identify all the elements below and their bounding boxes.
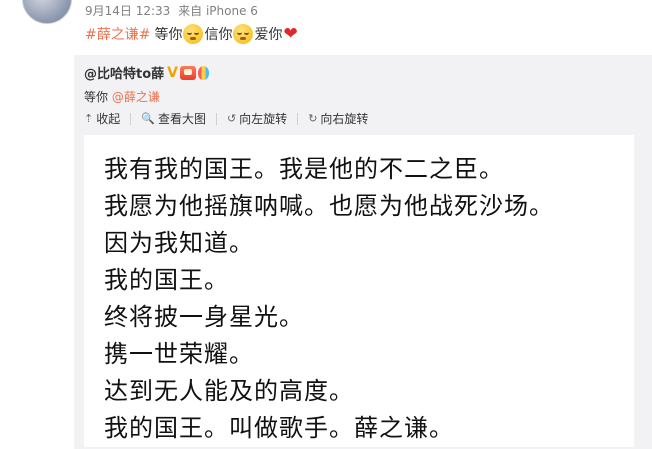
post-header: 9月14日 12:33 来自 iPhone 6 #薛之谦# 等你 信你 爱你 ❤ bbox=[0, 0, 652, 55]
repost-card: @比哈特to薛 V 等你 @薛之谦 ⇡ 收起 🔍 查看大图 ↺ 向左旋转 ↻ 向… bbox=[74, 55, 652, 449]
view-large-button[interactable]: 🔍 查看大图 bbox=[141, 110, 206, 127]
image-text-line: 我有我的国王。我是他的不二之臣。 bbox=[104, 155, 504, 183]
rotate-right-label: 向右旋转 bbox=[320, 112, 369, 126]
rotate-left-icon: ↺ bbox=[226, 112, 237, 125]
divider bbox=[297, 112, 299, 125]
rotate-right-button[interactable]: ↻ 向右旋转 bbox=[308, 110, 368, 127]
post-image[interactable]: 我有我的国王。我是他的不二之臣。 我愿为他摇旗呐喊。也愿为他战死沙场。 因为我知… bbox=[84, 135, 634, 447]
image-text-line: 终将披一身星光。 bbox=[104, 303, 304, 331]
image-toolbar: ⇡ 收起 🔍 查看大图 ↺ 向左旋转 ↻ 向右旋转 bbox=[84, 110, 368, 127]
divider bbox=[215, 112, 217, 125]
collapse-label: 收起 bbox=[96, 112, 121, 126]
rotate-left-label: 向左旋转 bbox=[239, 112, 288, 126]
view-large-label: 查看大图 bbox=[157, 112, 206, 126]
smile-face-emoji-icon bbox=[233, 24, 254, 44]
repost-text: 等你 @薛之谦 bbox=[84, 88, 160, 105]
member-badge-icon bbox=[180, 65, 196, 80]
image-text-line: 我愿为他摇旗呐喊。也愿为他战死沙场。 bbox=[104, 192, 554, 220]
post-text: #薛之谦# 等你 信你 爱你 ❤ bbox=[85, 24, 298, 44]
rotate-left-button[interactable]: ↺ 向左旋转 bbox=[227, 110, 287, 127]
collapse-button[interactable]: ⇡ 收起 bbox=[84, 110, 120, 127]
rotate-right-icon: ↻ bbox=[308, 112, 318, 125]
verified-v-icon: V bbox=[167, 64, 178, 81]
search-icon: 🔍 bbox=[141, 112, 155, 125]
divider bbox=[130, 112, 132, 125]
smile-face-emoji-icon bbox=[183, 24, 204, 44]
repost-author: @比哈特to薛 V bbox=[84, 63, 209, 82]
balloon-icon bbox=[198, 65, 209, 80]
image-text-line: 因为我知道。 bbox=[104, 229, 254, 257]
collapse-icon: ⇡ bbox=[84, 112, 94, 125]
avatar[interactable] bbox=[22, 0, 72, 24]
mention-link[interactable]: @薛之谦 bbox=[112, 90, 160, 104]
image-text-line: 我的国王。叫做歌手。薛之谦。 bbox=[104, 414, 454, 442]
image-text-line: 达到无人能及的高度。 bbox=[104, 377, 354, 405]
text-trust: 信你 bbox=[204, 27, 233, 43]
post-source: 来自 iPhone 6 bbox=[178, 4, 258, 18]
image-text-line: 携一世荣耀。 bbox=[104, 340, 254, 368]
text-love: 爱你 bbox=[254, 27, 283, 43]
repost-author-link[interactable]: @比哈特to薛 bbox=[84, 63, 164, 82]
heart-icon: ❤ bbox=[283, 24, 298, 44]
text-wait: 等你 bbox=[154, 27, 183, 43]
repost-text-main: 等你 bbox=[84, 90, 109, 104]
post-meta: 9月14日 12:33 来自 iPhone 6 bbox=[85, 2, 262, 19]
post-date[interactable]: 9月14日 12:33 bbox=[85, 4, 170, 18]
image-text-line: 我的国王。 bbox=[104, 266, 229, 294]
hashtag-link[interactable]: #薛之谦# bbox=[85, 24, 150, 44]
